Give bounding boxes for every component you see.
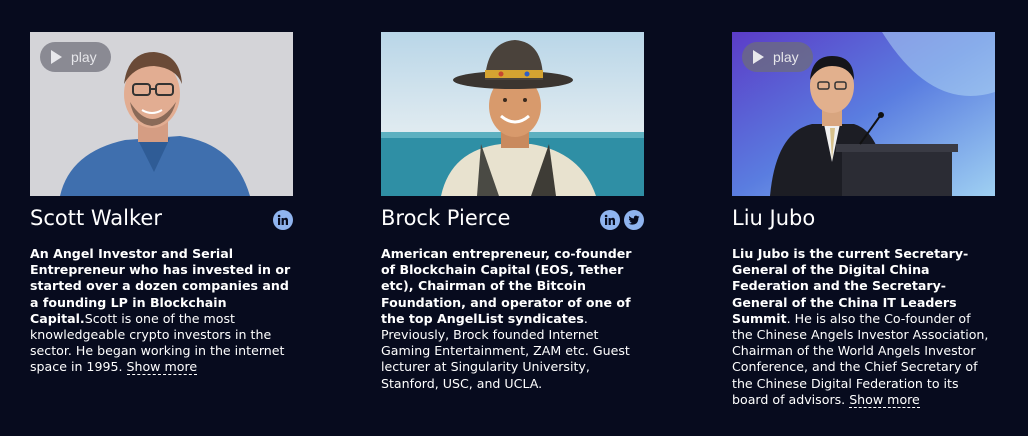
speaker-card-scott-walker: play Scott Walker An Angel Investor and … <box>30 32 293 376</box>
name-row: Brock Pierce <box>381 202 644 240</box>
speaker-photo <box>381 32 644 196</box>
play-button[interactable]: play <box>40 42 111 72</box>
portrait-image <box>381 32 644 196</box>
name-row: Scott Walker <box>30 202 293 240</box>
speaker-bio: Liu Jubo is the current Secretary-Genera… <box>732 246 995 408</box>
linkedin-icon[interactable] <box>600 210 620 230</box>
play-icon <box>753 50 764 64</box>
bio-highlight: American entrepreneur, co-founder of Blo… <box>381 246 632 326</box>
play-button[interactable]: play <box>742 42 813 72</box>
social-links <box>273 210 293 230</box>
show-more-link[interactable]: Show more <box>849 391 920 408</box>
speaker-bio: American entrepreneur, co-founder of Blo… <box>381 246 644 392</box>
play-icon <box>51 50 62 64</box>
play-label: play <box>71 49 97 65</box>
speaker-name: Liu Jubo <box>732 206 816 230</box>
show-more-link[interactable]: Show more <box>126 359 198 376</box>
speaker-bio: An Angel Investor and Serial Entrepreneu… <box>30 246 293 376</box>
speakers-grid: play Scott Walker An Angel Investor and … <box>0 0 1028 436</box>
speaker-name: Brock Pierce <box>381 206 511 230</box>
speaker-photo: play <box>30 32 293 196</box>
social-links <box>600 210 644 230</box>
name-row: Liu Jubo <box>732 202 995 240</box>
speaker-photo: play <box>732 32 995 196</box>
twitter-icon[interactable] <box>624 210 644 230</box>
speaker-card-brock-pierce: Brock Pierce American entrepreneur, co-f… <box>381 32 644 392</box>
speaker-card-liu-jubo: play Liu Jubo Liu Jubo is the current Se… <box>732 32 995 408</box>
play-label: play <box>773 49 799 65</box>
linkedin-icon[interactable] <box>273 210 293 230</box>
speaker-name: Scott Walker <box>30 206 162 230</box>
